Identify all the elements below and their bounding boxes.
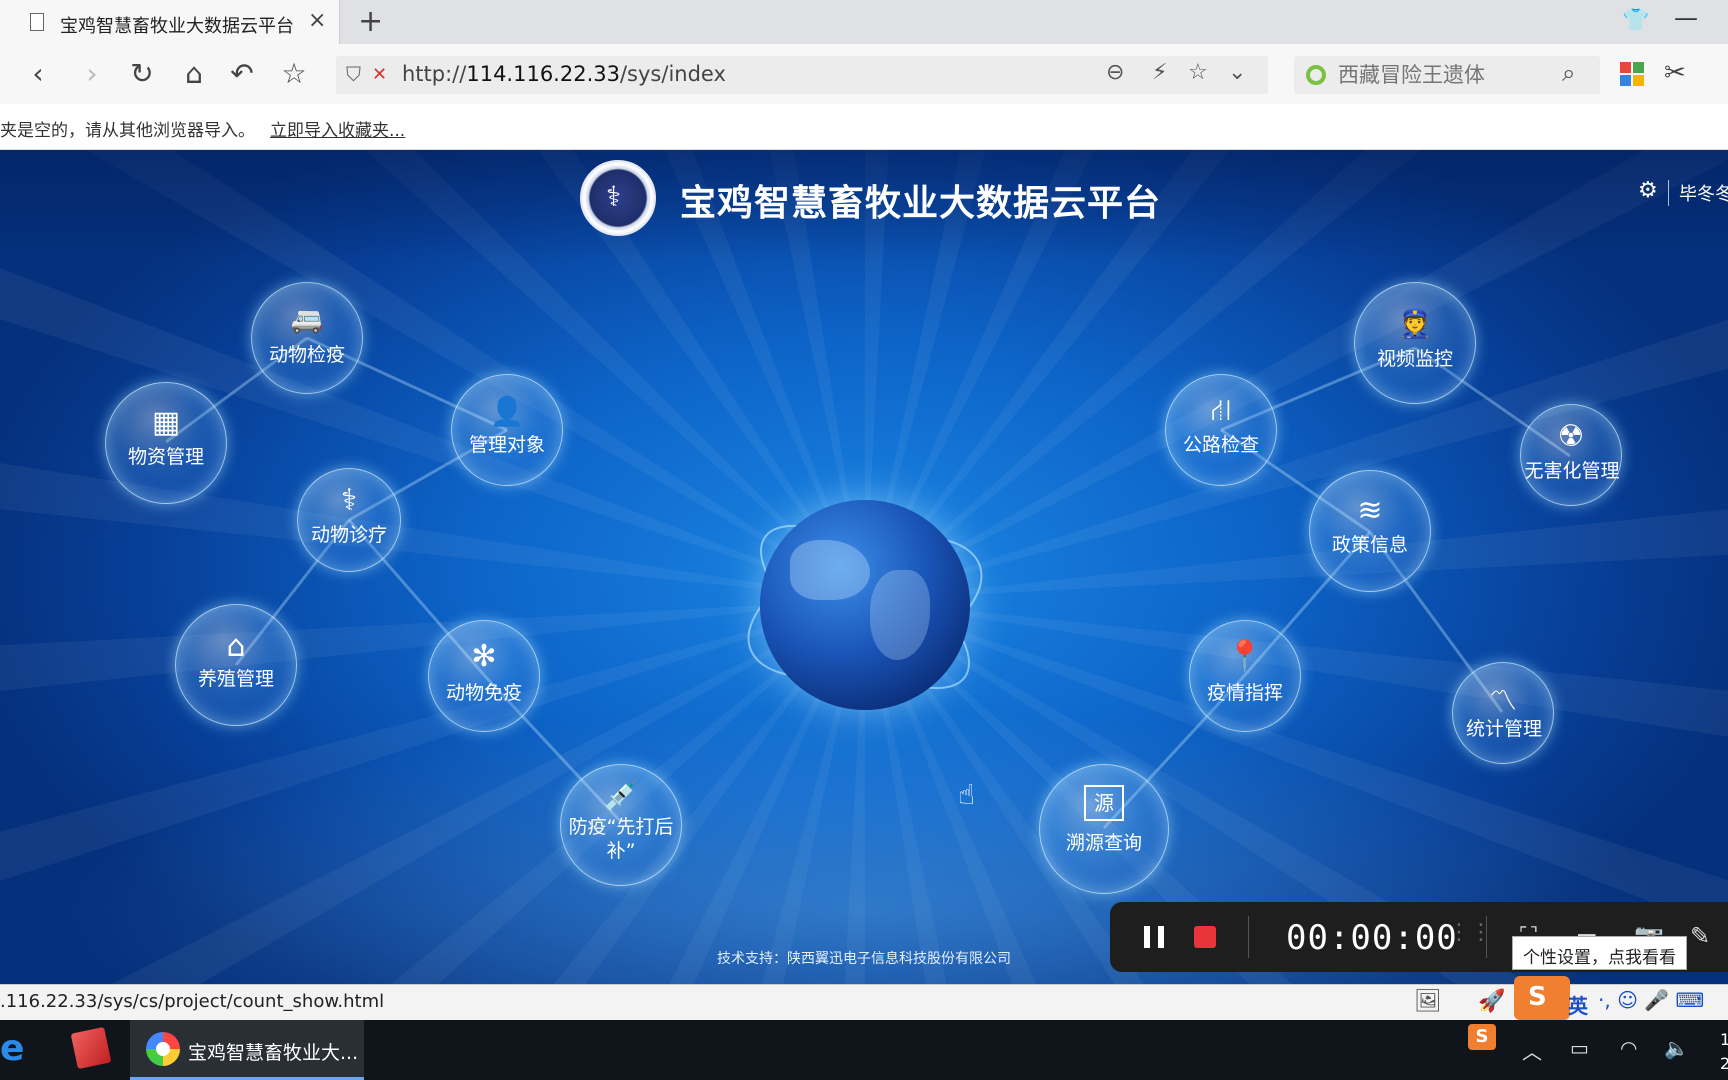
recorder-tooltip: 个性设置，点我看看: [1512, 936, 1687, 970]
home-icon[interactable]: ⌂: [174, 54, 214, 94]
road-icon: ⛙: [1210, 393, 1232, 428]
module-supplies-management[interactable]: ▦ 物资管理: [105, 382, 227, 504]
molecule-icon: ✻: [471, 639, 497, 674]
module-animal-quarantine[interactable]: 🚐 动物检疫: [251, 282, 363, 394]
tab-title: 宝鸡智慧畜牧业大数据云平台: [60, 16, 294, 37]
chevron-down-icon[interactable]: ⌄: [1228, 60, 1246, 85]
apps-icon[interactable]: [1620, 62, 1644, 86]
globe-landmass: [790, 540, 870, 600]
module-vaccination-subsidy[interactable]: 💉 防疫“先打后补”: [560, 764, 682, 886]
browser-logo-icon: [146, 1032, 180, 1066]
module-road-inspection[interactable]: ⛙ 公路检查: [1165, 374, 1277, 486]
image-icon[interactable]: 🖼: [1414, 989, 1442, 1014]
insecure-icon[interactable]: ✕: [372, 64, 387, 85]
module-epidemic-command[interactable]: 📍 疫情指挥: [1189, 620, 1301, 732]
divider: [1486, 916, 1487, 958]
divider: [1248, 916, 1249, 958]
map-pin-icon: 📍: [1226, 639, 1264, 674]
taskbar-clock[interactable]: 1 2: [1720, 1028, 1728, 1076]
browser-status-bar: .116.22.33/sys/cs/project/count_show.htm…: [0, 984, 1728, 1020]
ime-language[interactable]: 英: [1568, 990, 1588, 1019]
lightning-icon[interactable]: ⚡: [1152, 60, 1167, 85]
page-icon: [30, 13, 44, 31]
module-breeding-management[interactable]: ⌂ 养殖管理: [175, 604, 297, 726]
tab-close-button[interactable]: ×: [308, 8, 326, 33]
shelves-icon: ▦: [151, 405, 181, 440]
bookmark-bar: 夹是空的，请从其他浏览器导入。 立即导入收藏夹...: [0, 104, 1728, 150]
radiation-icon: ☢: [1557, 419, 1585, 454]
dashboard-page: ⚕ 宝鸡智慧畜牧业大数据云平台 ⚙ 毕冬冬 🚐 动物检疫 ▦ 物资管理 👤 管理…: [0, 150, 1728, 984]
ime-toolbar-icons[interactable]: ·, ☺ 🎤 ⌨: [1598, 988, 1704, 1012]
import-bookmarks-link[interactable]: 立即导入收藏夹...: [270, 116, 405, 141]
module-video-surveillance[interactable]: 👮 视频监控: [1354, 282, 1476, 404]
module-traceability-query[interactable]: 源 溯源查询: [1039, 764, 1169, 894]
bookmark-empty-message: 夹是空的，请从其他浏览器导入。: [0, 121, 255, 141]
user-gear-icon: 👤: [489, 395, 525, 428]
syringe-icon: 💉: [602, 779, 640, 814]
wifi-icon[interactable]: ◠: [1620, 1036, 1637, 1060]
officer-icon: 👮: [1397, 307, 1433, 340]
app-icon[interactable]: [70, 1026, 112, 1070]
browser-tab-bar: 宝鸡智慧畜牧业大数据云平台 × + 👕 —: [0, 0, 1728, 44]
pen-icon[interactable]: ✎: [1690, 922, 1710, 950]
battery-icon[interactable]: ▭: [1570, 1036, 1589, 1060]
back-icon[interactable]: ‹: [18, 54, 58, 94]
address-bar[interactable]: ⛉ ✕ http://114.116.22.33/sys/index ⊖ ⚡ ☆…: [336, 56, 1268, 94]
sogou-ime-icon[interactable]: S: [1514, 976, 1570, 1020]
barn-icon: ⌂: [226, 629, 246, 664]
line-chart-icon: 〽: [1488, 684, 1517, 717]
browser-toolbar: ‹ › ↻ ⌂ ↶ ☆ ⛉ ✕ http://114.116.22.33/sys…: [0, 44, 1728, 104]
stop-button[interactable]: [1194, 926, 1216, 948]
favorite-star-icon[interactable]: ☆: [274, 54, 314, 94]
recording-timer: 00:00:00: [1286, 918, 1458, 958]
edge-icon[interactable]: e: [0, 1028, 24, 1069]
module-harmless-treatment[interactable]: ☢ 无害化管理: [1520, 404, 1622, 506]
undo-close-icon[interactable]: ↶: [222, 54, 262, 94]
module-animal-immunization[interactable]: ✻ 动物免疫: [428, 620, 540, 732]
volume-icon[interactable]: 🔈: [1664, 1036, 1689, 1060]
search-box[interactable]: ⌕: [1294, 56, 1600, 94]
globe-image: [760, 500, 970, 710]
shield-icon[interactable]: ⛉: [346, 62, 361, 86]
stethoscope-icon: ⚕: [340, 483, 358, 518]
browser-tab[interactable]: 宝鸡智慧畜牧业大数据云平台 ×: [0, 0, 340, 44]
search-engine-icon: [1306, 65, 1326, 85]
module-statistics-management[interactable]: 〽 统计管理: [1452, 662, 1554, 764]
forward-icon[interactable]: ›: [72, 54, 112, 94]
search-icon[interactable]: ⌕: [1562, 59, 1575, 87]
hand-cursor-icon: ☝: [958, 778, 976, 811]
rocket-icon[interactable]: 🚀: [1478, 989, 1505, 1014]
minimize-button[interactable]: —: [1674, 4, 1698, 32]
taskbar-browser-item[interactable]: 宝鸡智慧畜牧业大...: [130, 1020, 364, 1080]
source-icon: 源: [1084, 785, 1124, 821]
module-animal-treatment[interactable]: ⚕ 动物诊疗: [297, 468, 401, 572]
zoom-out-icon[interactable]: ⊖: [1106, 60, 1124, 85]
status-hover-url: .116.22.33/sys/cs/project/count_show.htm…: [0, 991, 385, 1012]
ambulance-icon: 🚐: [290, 305, 324, 335]
tray-sogou-icon[interactable]: S: [1468, 1024, 1496, 1050]
address-url[interactable]: http://114.116.22.33/sys/index: [402, 62, 726, 86]
tray-chevron-up-icon[interactable]: ︿: [1522, 1036, 1542, 1065]
skin-icon[interactable]: 👕: [1622, 8, 1649, 33]
module-managed-objects[interactable]: 👤 管理对象: [451, 374, 563, 486]
screenshot-scissors-icon[interactable]: ✂: [1664, 58, 1686, 88]
pause-button[interactable]: [1144, 926, 1166, 948]
search-input[interactable]: [1338, 60, 1548, 90]
reload-icon[interactable]: ↻: [122, 54, 162, 94]
module-policy-info[interactable]: ≋ 政策信息: [1309, 470, 1431, 592]
globe-landmass: [870, 570, 930, 660]
bookmark-star-icon[interactable]: ☆: [1188, 60, 1208, 85]
new-tab-button[interactable]: +: [358, 4, 383, 39]
taskbar-item-label: 宝鸡智慧畜牧业大...: [188, 1042, 359, 1064]
layers-icon: ≋: [1357, 493, 1383, 528]
